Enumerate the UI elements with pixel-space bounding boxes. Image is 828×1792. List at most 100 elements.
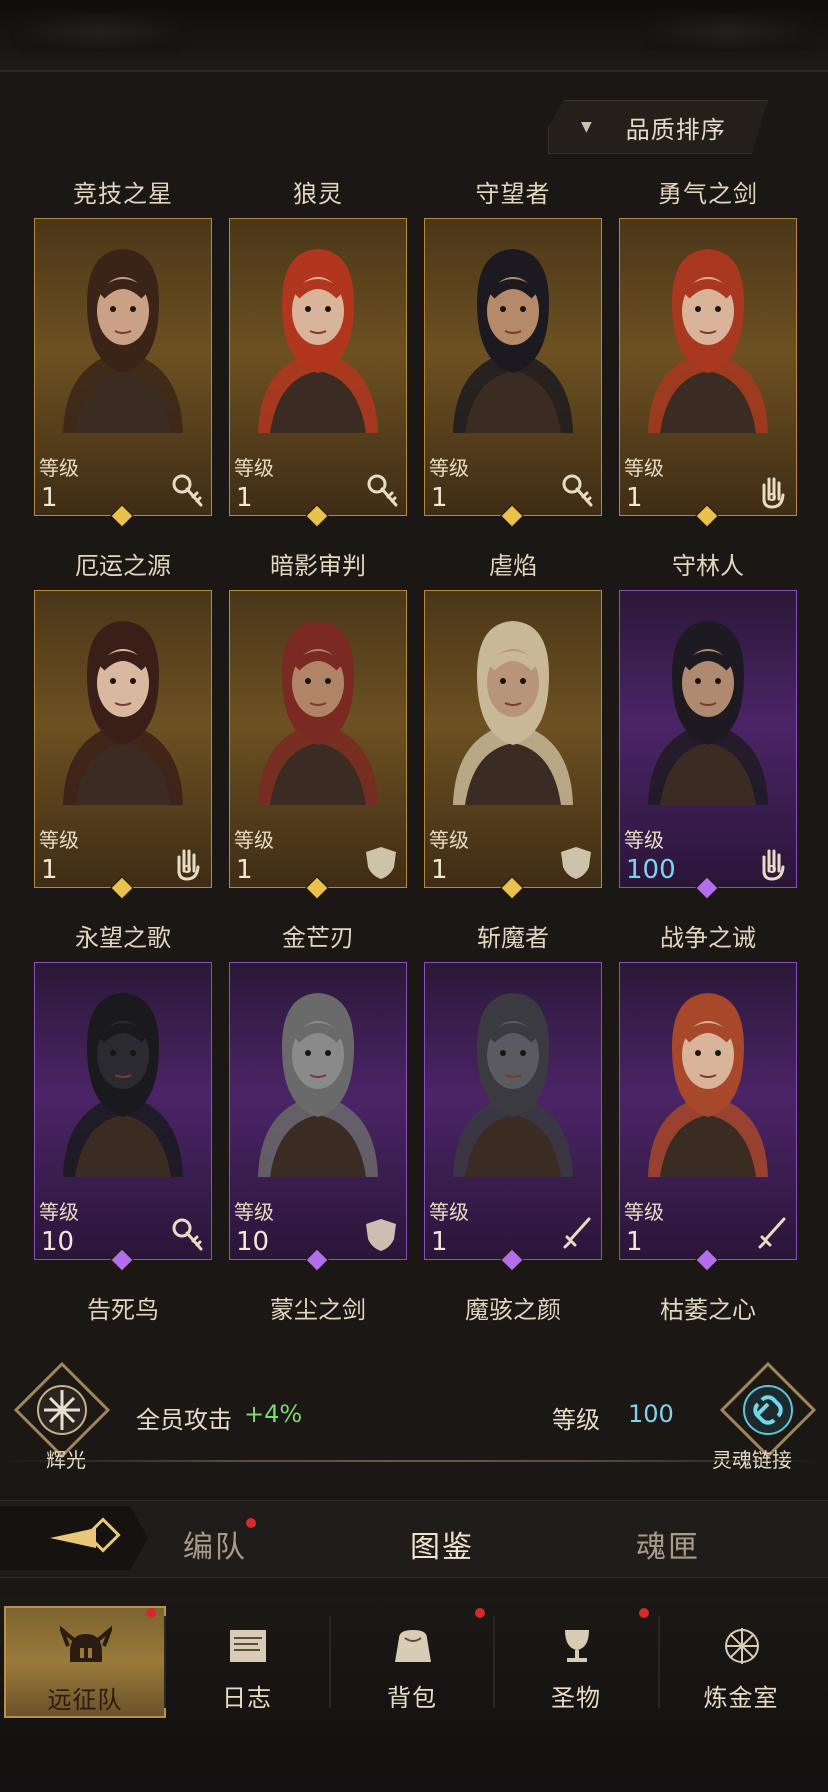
tab-soul-box[interactable]: 魂匣	[636, 1522, 700, 1566]
back-arrow-button[interactable]	[0, 1506, 148, 1570]
sort-button-label: 品质排序	[625, 115, 726, 144]
soul-link-level-value: 100	[628, 1400, 674, 1428]
sword-icon	[758, 1217, 786, 1249]
rarity-gem-icon	[695, 504, 719, 528]
hero-frame: 等级 1	[34, 218, 212, 516]
nav-item-expedition[interactable]: 远征队	[4, 1606, 166, 1718]
hero-portrait	[63, 993, 183, 1177]
sort-by-quality-button[interactable]: ▼ 品质排序	[548, 100, 768, 154]
scroll-icon	[230, 1630, 266, 1662]
hero-frame: 等级 1	[619, 218, 797, 516]
level-label: 等级	[429, 828, 469, 852]
hero-name: 狼灵	[293, 180, 343, 208]
hero-name: 枯萎之心	[660, 1296, 756, 1324]
sword-icon	[563, 1217, 591, 1249]
rarity-gem-icon	[500, 504, 524, 528]
hero-portrait	[63, 621, 183, 805]
level-label: 等级	[39, 828, 79, 852]
hero-portrait	[453, 621, 573, 805]
nav-label: 日志	[222, 1684, 272, 1712]
hero-name: 守望者	[475, 180, 551, 208]
rarity-gem-icon	[305, 876, 329, 900]
nav-item-backpack[interactable]: 背包	[333, 1606, 491, 1714]
nav-item-alchemy[interactable]: 炼金室	[662, 1606, 820, 1714]
hero-frame: 等级 1	[619, 962, 797, 1260]
hero-frame: 等级 10	[34, 962, 212, 1260]
nav-label: 远征队	[47, 1686, 123, 1714]
nav-label: 炼金室	[703, 1684, 779, 1712]
divider	[0, 1460, 828, 1462]
tab-codex[interactable]: 图鉴	[410, 1522, 474, 1566]
arrow-icon	[50, 1517, 121, 1553]
top-frame	[0, 0, 828, 72]
hero-name: 虐焰	[489, 552, 537, 580]
bag-icon	[395, 1630, 431, 1662]
level-value: 1	[626, 1227, 643, 1257]
nav-item-journal[interactable]: 日志	[168, 1606, 326, 1714]
hero-name: 竞技之星	[73, 180, 173, 208]
hero-name: 永望之歌	[75, 924, 171, 952]
nav-item-relics[interactable]: 圣物	[497, 1606, 655, 1714]
radiance-label: 辉光	[46, 1448, 86, 1472]
level-label: 等级	[429, 456, 469, 480]
hero-portrait	[648, 621, 768, 805]
key-staff-icon	[172, 1218, 203, 1251]
rarity-gem-icon	[305, 1248, 329, 1272]
hero-frame: 等级 100	[619, 590, 797, 888]
nav-label: 圣物	[551, 1684, 601, 1712]
notification-dot	[146, 1608, 156, 1618]
rarity-gem-icon	[305, 504, 329, 528]
level-label: 等级	[39, 456, 79, 480]
level-value: 1	[41, 855, 58, 885]
level-label: 等级	[234, 1200, 274, 1224]
hero-portrait	[258, 249, 378, 433]
rarity-gem-icon	[695, 1248, 719, 1272]
rarity-gem-icon	[695, 876, 719, 900]
hero-name: 厄运之源	[75, 552, 171, 580]
level-value: 1	[236, 483, 253, 513]
helmet-icon	[60, 1625, 112, 1662]
level-value: 10	[236, 1227, 270, 1257]
hero-portrait	[63, 249, 183, 433]
notification-dot	[639, 1608, 649, 1618]
level-label: 等级	[429, 1200, 469, 1224]
hero-frame: 等级 1	[229, 590, 407, 888]
key-staff-icon	[367, 474, 398, 507]
tab-formation[interactable]: 编队	[183, 1522, 247, 1566]
level-label: 等级	[624, 1200, 664, 1224]
alchemy-icon	[725, 1628, 759, 1664]
hand-icon	[762, 849, 785, 881]
team-attack-value: +4%	[244, 1400, 303, 1428]
hero-name: 勇气之剑	[658, 180, 758, 208]
hero-frame: 等级 1	[424, 962, 602, 1260]
hero-name: 守林人	[672, 552, 744, 580]
level-value: 100	[626, 855, 676, 885]
nav-label: 背包	[387, 1684, 437, 1712]
shield-icon	[366, 847, 396, 879]
soul-link-label: 灵魂链接	[712, 1448, 792, 1472]
hero-portrait	[258, 993, 378, 1177]
hero-frame: 等级 1	[424, 590, 602, 888]
hero-portrait	[258, 621, 378, 805]
formation-notification-dot	[246, 1518, 256, 1528]
hero-name: 告死鸟	[87, 1296, 159, 1324]
stats-bar: 辉光 全员攻击 +4% 等级 100 灵魂链接	[0, 1360, 828, 1472]
rarity-gem-icon	[110, 876, 134, 900]
nav-separator	[493, 1616, 495, 1708]
level-value: 1	[431, 855, 448, 885]
hero-portrait	[453, 993, 573, 1177]
hero-portrait	[453, 249, 573, 433]
hand-icon	[177, 849, 200, 881]
hero-portrait	[648, 249, 768, 433]
hero-frame: 等级 10	[229, 962, 407, 1260]
level-label: 等级	[39, 1200, 79, 1224]
nav-separator	[658, 1616, 660, 1708]
shield-icon	[561, 847, 591, 879]
rarity-gem-icon	[500, 1248, 524, 1272]
soul-link-level-label: 等级	[552, 1406, 600, 1434]
hero-frame: 等级 1	[34, 590, 212, 888]
rarity-gem-icon	[500, 876, 524, 900]
hero-portrait	[648, 993, 768, 1177]
team-attack-label: 全员攻击	[136, 1406, 232, 1434]
hero-name: 斩魔者	[477, 924, 549, 952]
